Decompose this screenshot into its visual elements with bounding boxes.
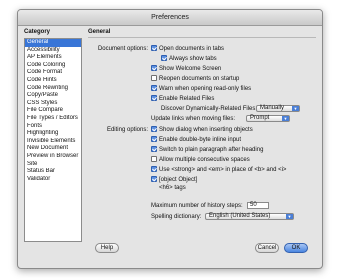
category-item-invisible-elements[interactable]: Invisible Elements (25, 138, 81, 146)
discover-related-value: Manually (260, 105, 285, 111)
category-item-preview-in-browser[interactable]: Preview in Browser (25, 153, 81, 161)
update-links-select[interactable]: Prompt ▼ (246, 115, 290, 122)
spelling-dictionary-value: English (United States) (209, 213, 271, 219)
chevron-down-icon: ▼ (286, 214, 293, 219)
category-item-general[interactable]: General (25, 39, 81, 47)
spelling-dictionary-label: Spelling dictionary: (151, 214, 202, 220)
category-item-file-types-editors[interactable]: File Types / Editors (25, 115, 81, 123)
category-item-highlighting[interactable]: Highlighting (25, 130, 81, 138)
show-welcome-label: Show Welcome Screen (159, 66, 222, 72)
category-item-code-hints[interactable]: Code Hints (25, 77, 81, 85)
open-in-tabs-label: Open documents in tabs (159, 46, 225, 52)
enable-related-option[interactable]: Enable Related Files (151, 95, 214, 103)
history-steps-label: Maximum number of history steps: (151, 203, 243, 209)
double-byte-option[interactable]: Enable double-byte inline input (151, 136, 241, 144)
section-title: General (88, 29, 111, 35)
always-show-tabs-checkbox[interactable] (161, 55, 167, 61)
category-item-validator[interactable]: Validator (25, 176, 81, 184)
always-show-tabs-label: Always show tabs (169, 56, 217, 62)
category-item-code-format[interactable]: Code Format (25, 69, 81, 77)
reopen-documents-option[interactable]: Reopen documents on startup (151, 75, 239, 83)
window-title: Preferences (18, 10, 322, 26)
editing-options-label: Editing options: (106, 127, 148, 133)
plain-paragraph-option[interactable]: Switch to plain paragraph after heading (151, 146, 263, 154)
cancel-button[interactable]: Cancel (255, 243, 279, 253)
chevron-down-icon: ▼ (282, 116, 289, 121)
category-item-code-rewriting[interactable]: Code Rewriting (25, 85, 81, 93)
category-list[interactable]: General Accessibility AP Elements Code C… (24, 38, 82, 242)
warn-editable-label: [object Object] (159, 177, 198, 183)
show-welcome-option[interactable]: Show Welcome Screen (151, 65, 221, 73)
enable-related-checkbox[interactable] (151, 95, 157, 101)
multiple-spaces-option[interactable]: Allow multiple consecutive spaces (151, 156, 250, 164)
warn-read-only-label: Warn when opening read-only files (159, 86, 252, 92)
enable-related-label: Enable Related Files (159, 96, 215, 102)
strong-em-option[interactable]: Use <strong> and <em> in place of <b> an… (151, 166, 286, 174)
category-item-copy-paste[interactable]: Copy/Paste (25, 92, 81, 100)
divider (88, 37, 316, 38)
show-dialog-label: Show dialog when inserting objects (159, 127, 253, 133)
category-item-fonts[interactable]: Fonts (25, 123, 81, 131)
show-dialog-option[interactable]: Show dialog when inserting objects (151, 126, 253, 134)
open-in-tabs-checkbox[interactable] (151, 45, 157, 51)
multiple-spaces-checkbox[interactable] (151, 156, 157, 162)
help-button[interactable]: Help (95, 243, 119, 253)
double-byte-checkbox[interactable] (151, 136, 157, 142)
ok-button[interactable]: OK (284, 243, 308, 253)
open-in-tabs-option[interactable]: Open documents in tabs (151, 45, 224, 53)
spelling-dictionary-select[interactable]: English (United States) ▼ (205, 213, 294, 220)
category-item-accessibility[interactable]: Accessibility (25, 47, 81, 55)
category-item-status-bar[interactable]: Status Bar (25, 168, 81, 176)
multiple-spaces-label: Allow multiple consecutive spaces (159, 157, 250, 163)
reopen-documents-label: Reopen documents on startup (159, 76, 240, 82)
update-links-label: Update links when moving files: (151, 116, 236, 122)
discover-related-select[interactable]: Manually ▼ (256, 105, 300, 112)
warn-editable-checkbox[interactable] (151, 176, 157, 182)
category-item-code-coloring[interactable]: Code Coloring (25, 62, 81, 70)
category-item-site[interactable]: Site (25, 161, 81, 169)
warn-editable-label-continued: <h6> tags (159, 185, 186, 191)
preferences-window: Preferences Category General General Acc… (17, 9, 323, 269)
warn-editable-option[interactable]: [object Object] (151, 176, 197, 184)
strong-em-label: Use <strong> and <em> in place of <b> an… (159, 167, 287, 173)
category-item-css-styles[interactable]: CSS Styles (25, 100, 81, 108)
double-byte-label: Enable double-byte inline input (159, 137, 242, 143)
history-steps-input[interactable]: 50 (247, 202, 269, 209)
discover-related-label: Discover Dynamically-Related Files: (161, 106, 258, 112)
always-show-tabs-option[interactable]: Always show tabs (161, 55, 217, 63)
category-item-ap-elements[interactable]: AP Elements (25, 54, 81, 62)
category-header: Category (24, 29, 51, 35)
category-item-file-compare[interactable]: File Compare (25, 107, 81, 115)
warn-read-only-checkbox[interactable] (151, 85, 157, 91)
reopen-documents-checkbox[interactable] (151, 75, 157, 81)
plain-paragraph-checkbox[interactable] (151, 146, 157, 152)
warn-read-only-option[interactable]: Warn when opening read-only files (151, 85, 251, 93)
strong-em-checkbox[interactable] (151, 166, 157, 172)
document-options-label: Document options: (97, 46, 148, 52)
plain-paragraph-label: Switch to plain paragraph after heading (159, 147, 264, 153)
show-welcome-checkbox[interactable] (151, 65, 157, 71)
chevron-down-icon: ▼ (292, 106, 299, 111)
update-links-value: Prompt (250, 115, 270, 121)
show-dialog-checkbox[interactable] (151, 126, 157, 132)
category-item-new-document[interactable]: New Document (25, 145, 81, 153)
header-row: Category General (18, 29, 322, 38)
